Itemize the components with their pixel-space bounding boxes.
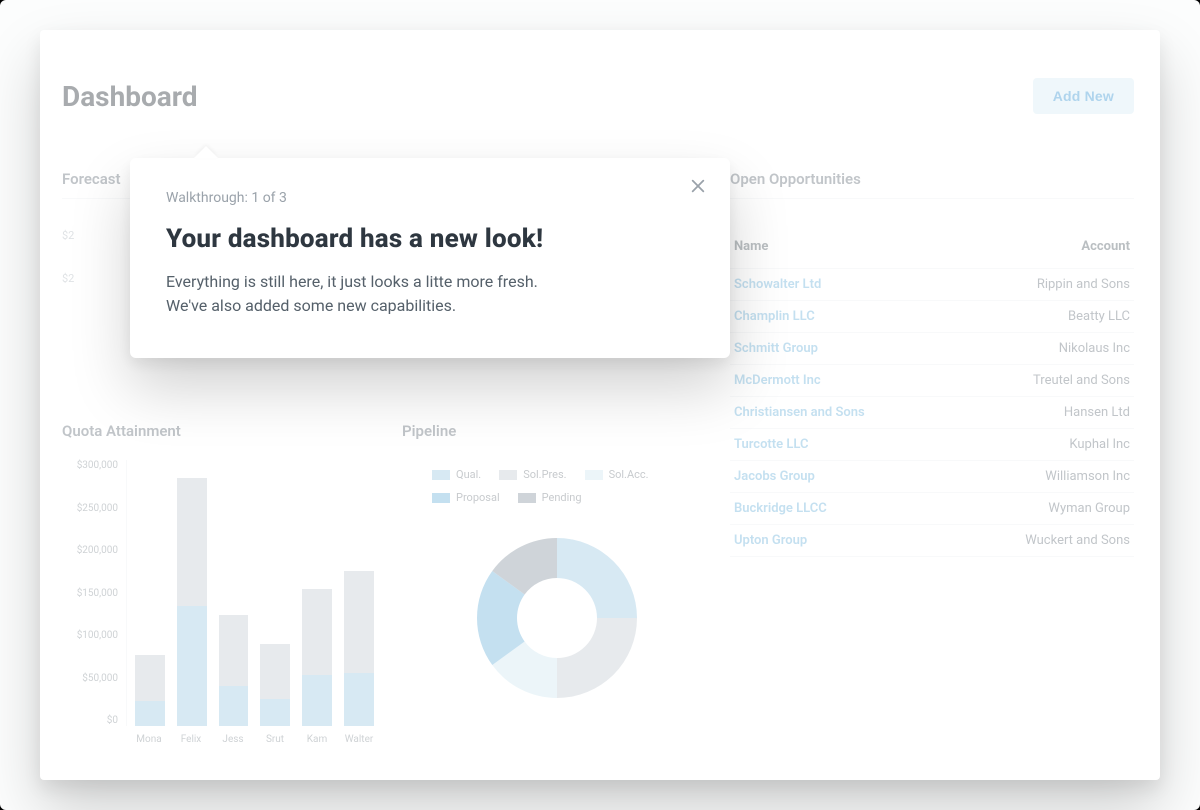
table-row[interactable]: Upton Group Wuckert and Sons [730, 525, 1134, 557]
donut-chart [402, 518, 712, 718]
bar-segment-attained [219, 686, 249, 726]
opportunity-name[interactable]: Schmitt Group [734, 341, 818, 356]
legend-swatch [585, 470, 603, 480]
divider [730, 198, 1134, 199]
y-tick-label: $150,000 [62, 588, 118, 599]
bar-segment-attained [177, 606, 207, 726]
opportunities-section: Open Opportunities Name Account Schowalt… [730, 170, 1134, 557]
x-tick-label: Mona [134, 734, 164, 750]
walkthrough-body-line: Everything is still here, it just looks … [166, 272, 538, 291]
bar [177, 478, 207, 726]
table-row[interactable]: Turcotte LLC Kuphal Inc [730, 429, 1134, 461]
opportunity-account: Kuphal Inc [1069, 437, 1130, 452]
y-tick-label: $50,000 [62, 673, 118, 684]
x-tick-label: Kam [302, 734, 332, 750]
opportunity-name[interactable]: Christiansen and Sons [734, 405, 865, 420]
bar-segment-attained [344, 673, 374, 726]
walkthrough-title: Your dashboard has a new look! [166, 224, 694, 254]
opportunity-account: Williamson Inc [1045, 469, 1130, 484]
quota-section: Quota Attainment $300,000 $250,000 $200,00… [62, 422, 382, 750]
donut-slice [492, 538, 557, 594]
donut-slice [557, 618, 637, 698]
walkthrough-body-line: We've also added some new capabilities. [166, 296, 456, 315]
bar-segment-remaining [135, 655, 165, 701]
close-icon[interactable] [684, 172, 712, 200]
pipeline-title: Pipeline [402, 422, 712, 440]
quota-bar-chart: $300,000 $250,000 $200,000 $150,000 $100,000… [62, 460, 382, 750]
pipeline-section: Pipeline Qual. Sol.Pres. Sol.Acc. Propos… [402, 422, 712, 718]
table-row[interactable]: Jacobs Group Williamson Inc [730, 461, 1134, 493]
opportunity-name[interactable]: Buckridge LLCC [734, 501, 827, 516]
bar [135, 655, 165, 726]
legend-swatch [432, 493, 450, 503]
bar [219, 615, 249, 726]
bar-segment-remaining [260, 644, 290, 699]
bar-segment-attained [302, 675, 332, 726]
opportunities-rows: Schowalter Ltd Rippin and Sons Champlin LL… [730, 269, 1134, 557]
legend-label: Proposal [456, 491, 500, 504]
table-row[interactable]: McDermott Inc Treutel and Sons [730, 365, 1134, 397]
opportunity-account: Wuckert and Sons [1025, 533, 1130, 548]
x-tick-label: Felix [176, 734, 206, 750]
opportunity-name[interactable]: Schowalter Ltd [734, 277, 821, 292]
bar [302, 589, 332, 726]
donut-slice [557, 538, 637, 618]
y-tick-label: $0 [62, 715, 118, 726]
x-tick-label: Jess [218, 734, 248, 750]
walkthrough-body: Everything is still here, it just looks … [166, 270, 694, 318]
bar [260, 644, 290, 726]
y-tick-label: $250,000 [62, 503, 118, 514]
legend-label: Pending [542, 491, 582, 504]
x-axis-ticks: Mona Felix Jess Srut Kam Walter [126, 730, 382, 750]
table-row[interactable]: Buckridge LLCC Wyman Group [730, 493, 1134, 525]
opportunity-account: Hansen Ltd [1064, 405, 1130, 420]
x-tick-label: Srut [260, 734, 290, 750]
quota-title: Quota Attainment [62, 422, 382, 440]
y-tick-label: $200,000 [62, 545, 118, 556]
bar-segment-attained [135, 701, 165, 726]
bar-segment-attained [260, 699, 290, 726]
table-row[interactable]: Schmitt Group Nikolaus Inc [730, 333, 1134, 365]
opportunity-name[interactable]: McDermott Inc [734, 373, 821, 388]
bar-segment-remaining [219, 615, 249, 686]
legend-label: Sol.Pres. [523, 468, 566, 481]
table-row[interactable]: Champlin LLC Beatty LLC [730, 301, 1134, 333]
page-title: Dashboard [62, 80, 198, 113]
y-tick-label: $100,000 [62, 630, 118, 641]
bar-segment-remaining [344, 571, 374, 673]
opportunities-title: Open Opportunities [730, 170, 1134, 188]
y-axis-ticks: $300,000 $250,000 $200,000 $150,000 $100,000… [62, 460, 122, 726]
opportunity-account: Beatty LLC [1068, 309, 1130, 324]
legend-swatch [432, 470, 450, 480]
add-new-button[interactable]: Add New [1033, 78, 1134, 114]
donut-slice [492, 642, 557, 698]
legend-label: Qual. [456, 468, 481, 481]
opportunity-account: Wyman Group [1048, 501, 1130, 516]
table-row[interactable]: Schowalter Ltd Rippin and Sons [730, 269, 1134, 301]
table-row[interactable]: Christiansen and Sons Hansen Ltd [730, 397, 1134, 429]
donut-slice [477, 571, 525, 665]
legend-swatch [499, 470, 517, 480]
bar-segment-remaining [302, 589, 332, 675]
x-tick-label: Walter [344, 734, 374, 750]
walkthrough-popover: Walkthrough: 1 of 3 Your dashboard has a… [130, 158, 730, 358]
y-tick-label: $300,000 [62, 460, 118, 471]
legend-label: Sol.Acc. [609, 468, 649, 481]
bar [344, 571, 374, 726]
opportunity-name[interactable]: Upton Group [734, 533, 807, 548]
bar-segment-remaining [177, 478, 207, 607]
opportunity-account: Treutel and Sons [1033, 373, 1130, 388]
col-account-header: Account [1081, 239, 1130, 254]
opportunity-name[interactable]: Turcotte LLC [734, 437, 809, 452]
bar-plot-area [126, 460, 382, 726]
walkthrough-step: Walkthrough: 1 of 3 [166, 190, 694, 206]
opportunity-name[interactable]: Champlin LLC [734, 309, 815, 324]
col-name-header: Name [734, 239, 768, 254]
opportunity-name[interactable]: Jacobs Group [734, 469, 815, 484]
opportunities-header-row: Name Account [730, 231, 1134, 269]
opportunity-account: Nikolaus Inc [1059, 341, 1130, 356]
legend-swatch [518, 493, 536, 503]
pipeline-legend: Qual. Sol.Pres. Sol.Acc. Proposal Pendin… [402, 468, 712, 504]
opportunity-account: Rippin and Sons [1037, 277, 1130, 292]
